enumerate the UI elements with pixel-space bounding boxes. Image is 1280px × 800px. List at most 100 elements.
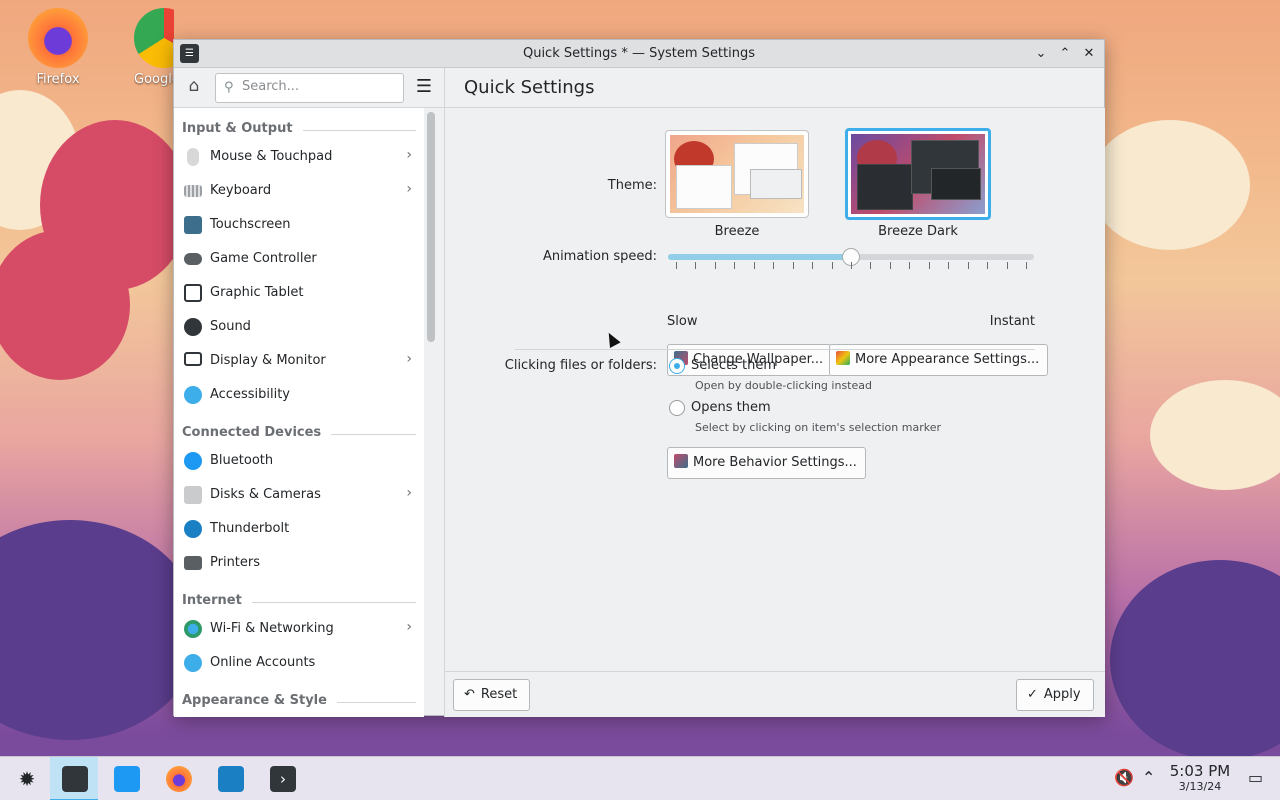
sidebar-item-touchscreen[interactable]: Touchscreen — [174, 208, 424, 242]
discover-icon — [114, 766, 140, 792]
sidebar-item-game-controller[interactable]: Game Controller — [174, 242, 424, 276]
hamburger-menu-icon[interactable]: ☰ — [414, 77, 434, 97]
desktop-icon-label: Google — [134, 72, 174, 87]
slider-tick — [948, 262, 949, 269]
folder-icon — [218, 766, 244, 792]
chrome-icon — [134, 8, 174, 68]
opens-them-radio[interactable] — [669, 400, 685, 416]
taskbar-system-settings[interactable] — [50, 757, 98, 800]
taskbar-discover[interactable] — [102, 757, 150, 800]
system-settings-icon — [62, 766, 88, 792]
apply-button[interactable]: ✓ Apply — [1016, 679, 1094, 711]
monitor-icon — [184, 352, 202, 366]
thunderbolt-icon — [184, 520, 202, 538]
clock-date[interactable]: 3/13/24 — [1162, 780, 1238, 793]
selects-them-radio[interactable] — [669, 358, 685, 374]
desktop-icon-google[interactable]: Google — [134, 8, 174, 87]
close-button[interactable]: ✕ — [1080, 45, 1098, 63]
gamepad-icon — [184, 253, 202, 265]
clicking-files-label: Clicking files or folders: — [504, 358, 657, 373]
undo-icon: ↶ — [464, 687, 475, 702]
theme-breeze-name: Breeze — [714, 224, 760, 239]
sidebar-item-online-accounts[interactable]: Online Accounts — [174, 646, 424, 680]
show-desktop-icon[interactable]: ▭ — [1248, 768, 1263, 787]
window-titlebar[interactable]: ☰ Quick Settings * — System Settings ⌄ ⌃… — [174, 40, 1104, 68]
maximize-button[interactable]: ⌃ — [1056, 45, 1074, 63]
slider-tick — [773, 262, 774, 269]
sidebar-item-disks-cameras[interactable]: Disks & Cameras › — [174, 478, 424, 512]
app-launcher-button[interactable]: ✹ — [2, 757, 50, 800]
section-divider — [515, 349, 1035, 350]
sidebar-item-mouse-touchpad[interactable]: Mouse & Touchpad › — [174, 140, 424, 174]
printer-icon — [184, 556, 202, 570]
chevron-right-icon: › — [406, 181, 412, 197]
slider-tick — [1026, 262, 1027, 269]
chevron-right-icon: › — [406, 351, 412, 367]
volume-muted-icon[interactable]: 🔇 — [1114, 768, 1134, 787]
desktop-icon-label: Firefox — [36, 72, 80, 87]
firefox-icon — [28, 8, 88, 68]
launcher-icon: ✹ — [18, 767, 36, 791]
sidebar-item-bluetooth[interactable]: Bluetooth — [174, 444, 424, 478]
behavior-icon — [674, 454, 688, 468]
slider-tick — [676, 262, 677, 269]
slider-tick — [890, 262, 891, 269]
reset-button[interactable]: ↶ Reset — [453, 679, 531, 711]
sidebar-item-accessibility[interactable]: Accessibility — [174, 378, 424, 412]
quick-settings-page: Theme: Breeze Breeze Dark Animation spee… — [445, 108, 1105, 671]
sidebar-item-wifi-networking[interactable]: Wi-Fi & Networking › — [174, 612, 424, 646]
slider-tick — [734, 262, 735, 269]
clock-time[interactable]: 5:03 PM — [1162, 762, 1238, 780]
touchscreen-icon — [184, 216, 202, 234]
slider-tick — [987, 262, 988, 269]
checkmark-icon: ✓ — [1027, 687, 1038, 702]
opens-them-label[interactable]: Opens them — [691, 400, 771, 415]
background-hill — [0, 520, 200, 740]
globe-icon — [184, 620, 202, 638]
sidebar-item-keyboard[interactable]: Keyboard › — [174, 174, 424, 208]
taskbar: ✹ › — [0, 756, 1280, 800]
sidebar-section-appearance-style: Appearance & Style — [174, 680, 424, 712]
search-box[interactable]: ⚲ — [215, 73, 404, 103]
taskbar-file-manager[interactable] — [206, 757, 254, 800]
page-title: Quick Settings — [464, 77, 595, 98]
system-settings-window: ☰ Quick Settings * — System Settings ⌄ ⌃… — [173, 39, 1105, 717]
animation-speed-slider[interactable] — [668, 248, 1034, 266]
slider-tick — [1007, 262, 1008, 269]
sidebar-scrollbar[interactable] — [427, 112, 435, 342]
sidebar-item-printers[interactable]: Printers — [174, 546, 424, 580]
keyboard-icon — [184, 185, 202, 197]
home-icon[interactable]: ⌂ — [182, 76, 206, 100]
theme-breeze-dark-card[interactable] — [845, 128, 991, 220]
sidebar-item-graphic-tablet[interactable]: Graphic Tablet — [174, 276, 424, 310]
search-input[interactable] — [242, 79, 397, 94]
taskbar-terminal[interactable]: › — [258, 757, 306, 800]
speaker-icon — [184, 318, 202, 336]
taskbar-firefox[interactable] — [154, 757, 202, 800]
slider-tick — [909, 262, 910, 269]
chevron-right-icon: › — [406, 619, 412, 635]
sidebar-item-sound[interactable]: Sound — [174, 310, 424, 344]
desktop-icon-firefox[interactable]: Firefox — [18, 8, 98, 87]
opens-them-description: Select by clicking on item's selection m… — [695, 421, 941, 434]
breeze-preview — [670, 135, 804, 213]
disk-icon — [184, 486, 202, 504]
sidebar-item-thunderbolt[interactable]: Thunderbolt — [174, 512, 424, 546]
firefox-icon — [166, 766, 192, 792]
slider-tick — [851, 262, 852, 269]
slider-ticks — [668, 262, 1034, 272]
sidebar-section-internet: Internet — [174, 580, 424, 612]
tablet-icon — [184, 284, 202, 302]
theme-breeze-card[interactable] — [665, 130, 809, 218]
selects-them-description: Open by double-clicking instead — [695, 379, 872, 392]
tray-expand-icon[interactable]: ⌃ — [1142, 768, 1155, 787]
bluetooth-icon — [184, 452, 202, 470]
search-icon: ⚲ — [224, 80, 234, 95]
slider-tick — [754, 262, 755, 269]
sidebar-item-display-monitor[interactable]: Display & Monitor › — [174, 344, 424, 378]
more-behavior-settings-button[interactable]: More Behavior Settings... — [667, 447, 866, 479]
selects-them-label[interactable]: Selects them — [691, 358, 776, 373]
minimize-button[interactable]: ⌄ — [1032, 45, 1050, 63]
background-cloud — [1150, 380, 1280, 490]
mouse-icon — [187, 148, 199, 166]
